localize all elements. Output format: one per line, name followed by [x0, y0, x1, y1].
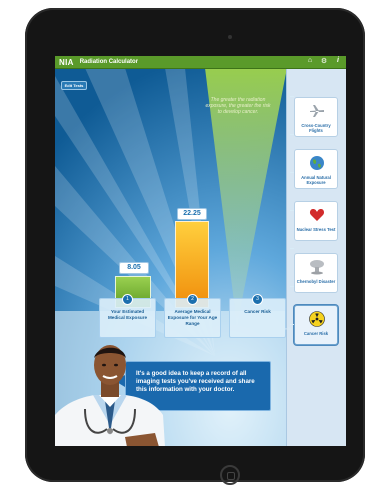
- info-icon[interactable]: i: [334, 57, 342, 65]
- y-axis-tick: [290, 248, 294, 249]
- home-icon[interactable]: ⌂: [306, 57, 314, 65]
- doctor-illustration: [55, 345, 165, 446]
- category-labels: 1 Your Estimated Medical Exposure 2 Aver…: [99, 294, 286, 338]
- gear-icon[interactable]: ⚙: [320, 57, 328, 65]
- airplane-icon: [309, 103, 325, 119]
- sidebar-item-cancer-risk[interactable]: Cancer Risk: [294, 305, 338, 345]
- category-label: Your Estimated Medical Exposure: [107, 309, 148, 320]
- y-axis-tick: [290, 96, 294, 97]
- bar-value-your-exposure: 8.05: [119, 262, 149, 274]
- category-number: 3: [252, 294, 263, 305]
- comparison-sidebar: Cross-Country Flights Annual Natural Exp…: [286, 69, 346, 446]
- category-cancer-risk[interactable]: 3 Cancer Risk: [229, 294, 286, 338]
- sidebar-item-flights[interactable]: Cross-Country Flights: [294, 97, 338, 137]
- y-axis-unit-label: mSv: [284, 326, 292, 331]
- globe-icon: [309, 155, 325, 171]
- category-average-exposure[interactable]: 2 Average Medical Exposure for Your Age …: [164, 294, 221, 338]
- category-number: 2: [187, 294, 198, 305]
- chart-area: Edit Tests The greater the radiation exp…: [55, 69, 286, 446]
- app-title: Radiation Calculator: [79, 59, 139, 65]
- edit-tests-button[interactable]: Edit Tests: [61, 81, 87, 90]
- y-axis-tick: [290, 286, 294, 287]
- sidebar-item-label: Chernobyl Disaster: [296, 279, 336, 284]
- sidebar-item-label: Cancer Risk: [303, 331, 329, 336]
- sidebar-item-label: Nuclear Stress Test: [296, 227, 336, 232]
- sidebar-item-stress-test[interactable]: Nuclear Stress Test: [294, 201, 338, 241]
- bar-value-average-exposure: 22.25: [177, 208, 207, 220]
- y-axis-tick: [290, 324, 294, 325]
- camera: [228, 35, 232, 39]
- risk-hint-text: The greater the radiation exposure, the …: [205, 97, 271, 115]
- y-axis-tick: [290, 210, 294, 211]
- category-your-exposure[interactable]: 1 Your Estimated Medical Exposure: [99, 294, 156, 338]
- mushroom-cloud-icon: [309, 259, 325, 275]
- sidebar-item-natural-exposure[interactable]: Annual Natural Exposure: [294, 149, 338, 189]
- category-label: Cancer Risk: [244, 309, 271, 314]
- app-logo: NIA: [59, 57, 74, 67]
- category-number: 1: [122, 294, 133, 305]
- app-screen: NIA Radiation Calculator ⌂ ⚙ i Edit Test…: [55, 56, 346, 446]
- sidebar-item-label: Annual Natural Exposure: [301, 175, 331, 185]
- home-button[interactable]: [220, 465, 240, 485]
- category-label: Average Medical Exposure for Your Age Ra…: [167, 309, 218, 326]
- radiation-icon: [309, 311, 325, 327]
- sidebar-item-chernobyl[interactable]: Chernobyl Disaster: [294, 253, 338, 293]
- y-axis-tick: [290, 134, 294, 135]
- sidebar-item-label: Cross-Country Flights: [301, 123, 331, 133]
- heart-icon: [309, 207, 325, 223]
- title-bar: NIA Radiation Calculator ⌂ ⚙ i: [55, 56, 346, 69]
- y-axis-tick: [290, 172, 294, 173]
